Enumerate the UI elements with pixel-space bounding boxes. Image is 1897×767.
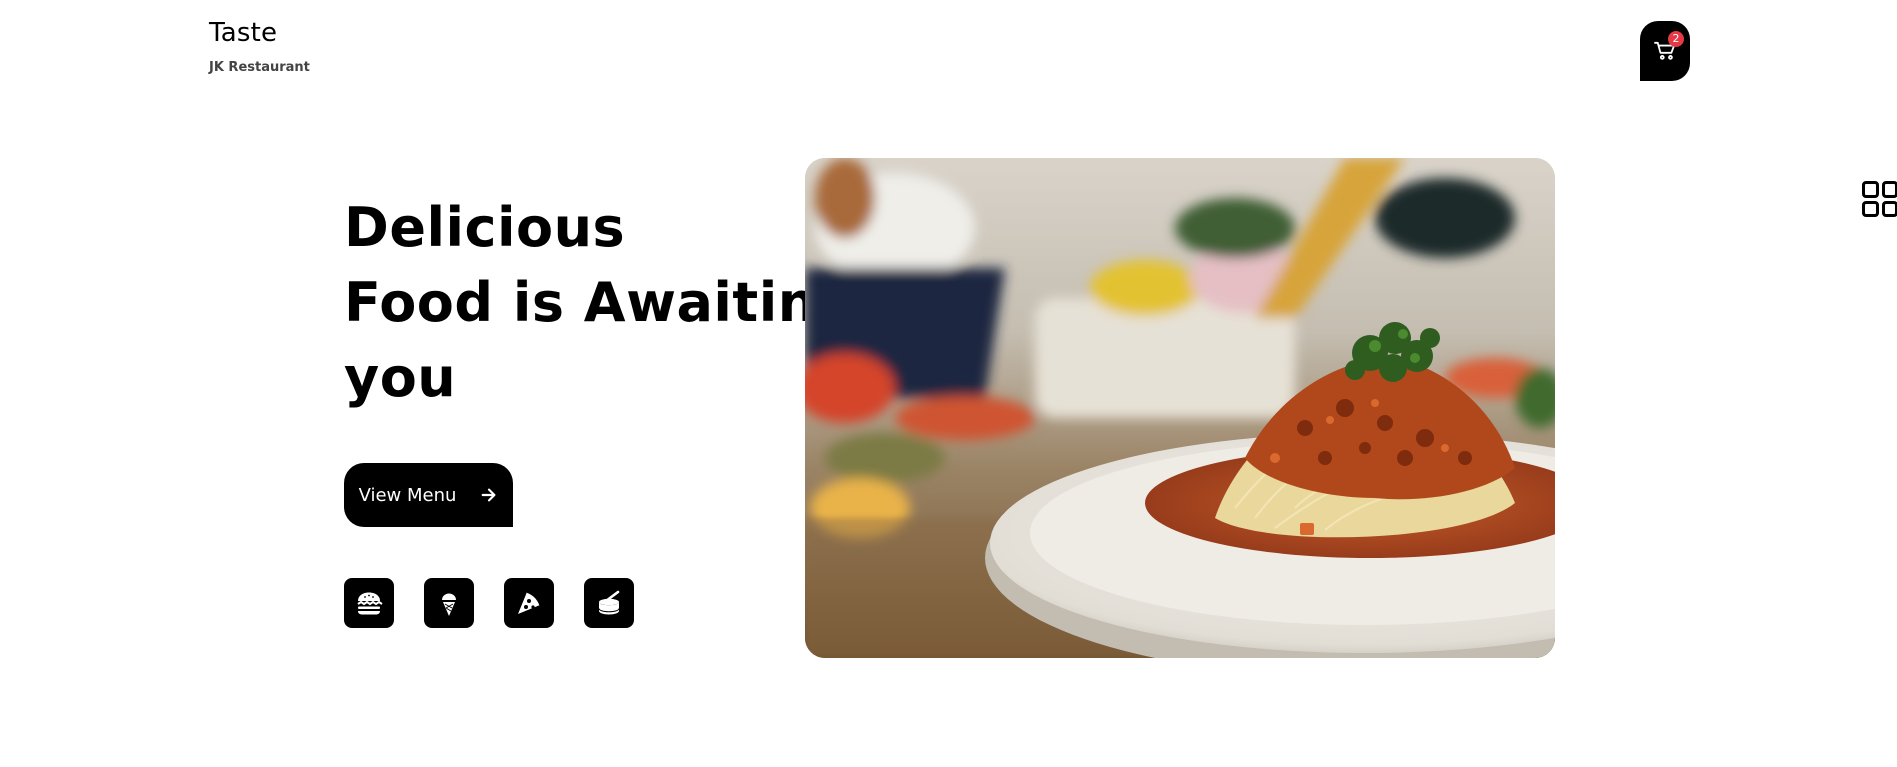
grid-cell bbox=[1862, 200, 1879, 217]
burger-icon bbox=[357, 592, 383, 615]
grid-icon[interactable] bbox=[1862, 181, 1897, 217]
category-canned-food-button[interactable] bbox=[584, 578, 634, 628]
category-burger-button[interactable] bbox=[344, 578, 394, 628]
pizza-icon bbox=[518, 591, 541, 614]
cart-button[interactable]: 2 bbox=[1640, 21, 1690, 81]
ice-cream-icon bbox=[442, 593, 456, 616]
view-menu-label: View Menu bbox=[358, 484, 457, 506]
cart-count-badge: 2 bbox=[1668, 31, 1684, 47]
grid-cell bbox=[1881, 200, 1897, 217]
brand[interactable]: Taste JK Restaurant bbox=[209, 18, 310, 75]
hero-heading-line: you bbox=[344, 346, 457, 409]
brand-title: Taste bbox=[209, 18, 278, 48]
brand-subtitle: JK Restaurant bbox=[209, 60, 310, 75]
canned-food-icon bbox=[598, 590, 620, 615]
category-ice-cream-button[interactable] bbox=[424, 578, 474, 628]
spaghetti-photo bbox=[805, 158, 1555, 658]
hero-food-image bbox=[805, 158, 1555, 658]
grid-cell bbox=[1862, 181, 1879, 198]
view-menu-button[interactable]: View Menu bbox=[344, 463, 513, 527]
hero-heading-line: Food is Awaiting bbox=[344, 271, 856, 334]
arrow-right-icon bbox=[482, 488, 496, 502]
category-buttons bbox=[344, 578, 634, 628]
hero-heading-line: Delicious bbox=[344, 196, 626, 259]
category-pizza-button[interactable] bbox=[504, 578, 554, 628]
grid-cell bbox=[1881, 181, 1897, 198]
hero-heading: Delicious Food is Awaiting you bbox=[344, 190, 856, 415]
